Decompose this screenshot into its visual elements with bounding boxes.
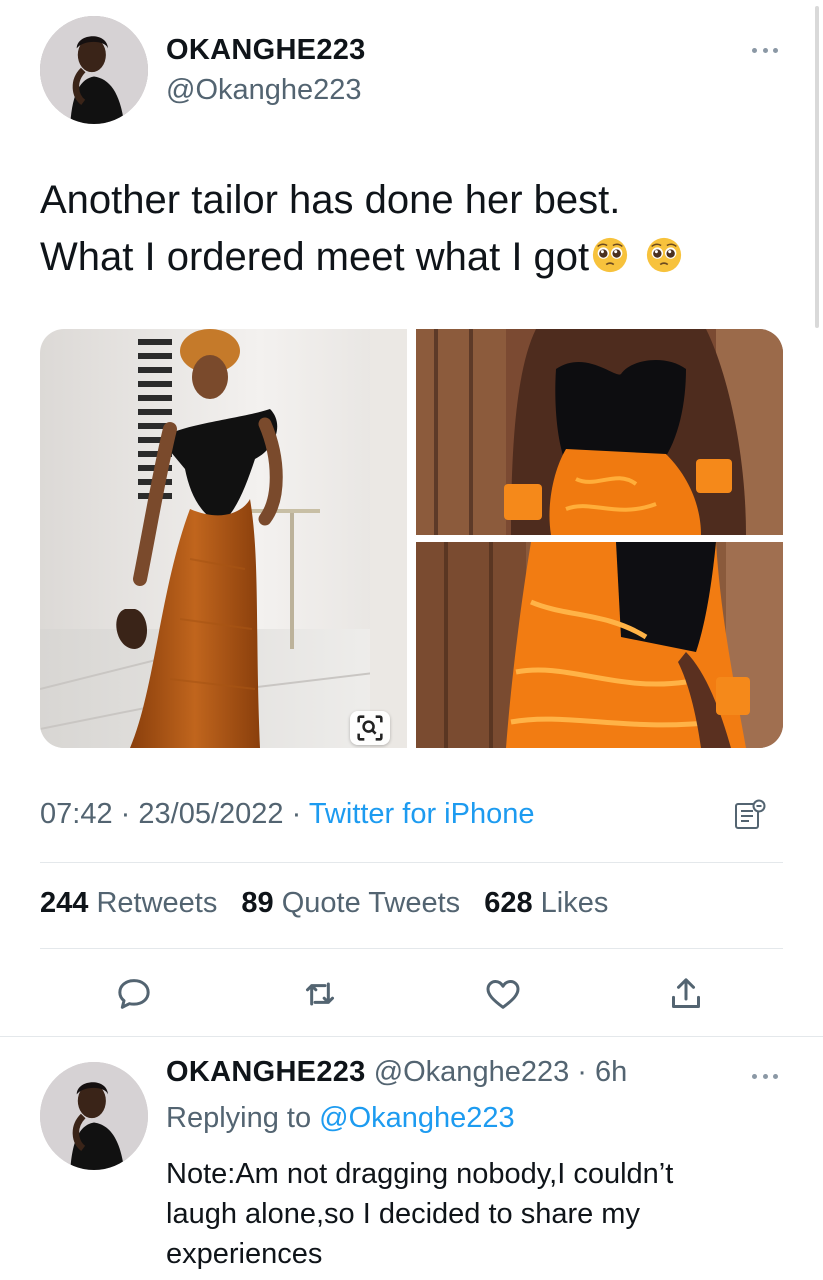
author-display-name[interactable]: OKANGHE223 [166,34,366,67]
meta-separator: · [291,798,302,830]
retweets-label: Retweets [96,887,218,919]
heart-icon [486,980,520,1009]
zoom-image-button[interactable] [350,711,390,745]
reply-text-line-3: experiences [166,1238,323,1270]
comment-icon [118,979,150,1009]
ordered-style-image [40,329,407,748]
reply-author-avatar[interactable] [40,1062,148,1170]
analytics-icon[interactable] [733,798,767,832]
section-divider [0,1036,823,1037]
quote-tweets-count: 89 [241,887,274,919]
likes-stat[interactable]: 628 Likes [484,887,608,919]
received-front-photo[interactable] [416,329,783,535]
retweets-count: 244 [40,887,89,919]
replying-to-handle-link[interactable]: @Okanghe223 [319,1102,515,1134]
replying-to-line: Replying to @Okanghe223 [166,1102,515,1135]
tweet-text-line-2: What I ordered meet what I got [40,235,590,279]
likes-count: 628 [484,887,533,919]
avatar-photo [40,16,148,124]
tweet-meta: 07:42 · 23/05/2022 · Twitter for iPhone [40,798,534,831]
retweets-stat[interactable]: 244 Retweets [40,887,217,919]
quote-tweets-label: Quote Tweets [281,887,461,919]
tweet-date: 23/05/2022 [138,798,284,830]
scrollbar[interactable] [815,6,819,328]
ordered-style-photo[interactable] [40,329,407,748]
received-back-photo[interactable] [416,542,783,748]
divider [40,948,783,949]
retweet-icon [306,982,334,1006]
engagement-stats: 244 Retweets 89 Quote Tweets 628 Likes [40,887,624,920]
meta-separator: · [120,798,131,830]
retweet-button[interactable] [300,974,340,1014]
reply-handle[interactable]: @Okanghe223 [374,1056,570,1088]
pleading-face-emoji-icon [593,237,628,273]
tweet-text: Another tailor has done her best. What I… [40,172,780,286]
reply-button[interactable] [114,974,154,1014]
reply-text-line-1: Note:Am not dragging nobody,I couldn’t [166,1158,674,1190]
avatar-photo [40,1062,148,1170]
reply-text-line-2: laugh alone,so I decided to share my [166,1198,640,1230]
reply-display-name[interactable]: OKANGHE223 [166,1056,366,1088]
tweet-text-line-1: Another tailor has done her best. [40,178,621,222]
tweet-text-line-2-wrap: What I ordered meet what I got [40,229,780,286]
author-handle[interactable]: @Okanghe223 [166,74,362,107]
received-back-image [416,542,783,748]
replying-to-prefix: Replying to [166,1102,312,1134]
more-options-icon[interactable] [748,1066,782,1086]
share-icon [672,978,700,1008]
received-front-image [416,329,783,535]
quote-tweets-stat[interactable]: 89 Quote Tweets [241,887,460,919]
likes-label: Likes [540,887,609,919]
divider [40,862,783,863]
more-options-icon[interactable] [748,40,782,60]
media-grid [40,329,783,748]
pleading-face-emoji-icon [647,237,682,273]
zoom-search-icon [357,715,383,741]
share-button[interactable] [666,974,706,1014]
reply-age: 6h [595,1056,628,1088]
tweet-source-link[interactable]: Twitter for iPhone [309,798,535,830]
author-avatar[interactable] [40,16,148,124]
tweet-time: 07:42 [40,798,113,830]
like-button[interactable] [483,974,523,1014]
meta-separator: · [577,1056,587,1088]
reply-header: OKANGHE223 @Okanghe223 · 6h [166,1056,627,1089]
reply-text: Note:Am not dragging nobody,I couldn’t l… [166,1154,806,1274]
